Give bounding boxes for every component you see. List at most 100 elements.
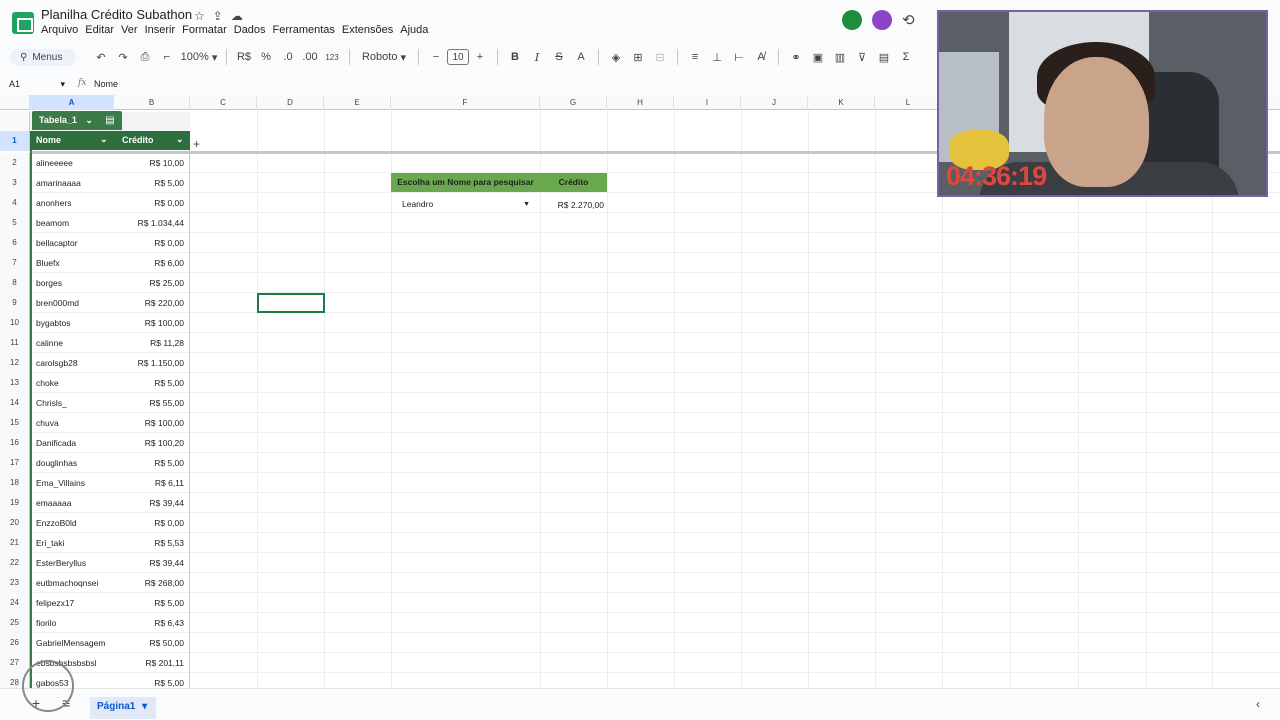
table-cell-credit[interactable]: R$ 220,00 <box>115 298 184 308</box>
add-column-icon[interactable]: + <box>193 137 200 151</box>
decrease-decimal-button[interactable]: .0 <box>277 47 299 67</box>
table-cell-credit[interactable]: R$ 6,43 <box>115 618 184 628</box>
search-label-cell[interactable]: Escolha um Nome para pesquisar <box>391 173 540 192</box>
table-cell-credit[interactable]: R$ 6,00 <box>115 258 184 268</box>
menu-ver[interactable]: Ver <box>121 24 144 36</box>
text-wrap-icon[interactable]: ⊢ <box>728 47 750 67</box>
table-cell-credit[interactable]: R$ 100,00 <box>115 318 184 328</box>
extension-icon[interactable] <box>842 10 862 30</box>
formula-input[interactable]: Nome <box>94 79 118 89</box>
row-number[interactable]: 11 <box>0 333 30 353</box>
font-size-increase-button[interactable]: + <box>469 47 491 67</box>
column-header-a[interactable]: A <box>30 95 114 110</box>
discord-icon[interactable] <box>872 10 892 30</box>
number-format-button[interactable]: 123 <box>321 47 343 67</box>
row-number[interactable]: 27 <box>0 653 30 673</box>
table-cell-name[interactable]: Chrisls_ <box>36 398 67 408</box>
currency-button[interactable]: R$ <box>233 47 255 67</box>
table-cell-name[interactable]: Ema_Villains <box>36 478 85 488</box>
fill-color-icon[interactable]: ◈ <box>605 47 627 67</box>
column-header-j[interactable]: J <box>741 95 808 110</box>
filter-views-icon[interactable]: ▤ <box>873 47 895 67</box>
font-family-select[interactable]: Roboto ▾ <box>356 47 412 67</box>
row-number[interactable]: 8 <box>0 273 30 293</box>
table-cell-credit[interactable]: R$ 100,00 <box>115 418 184 428</box>
header-nome[interactable]: Nome <box>36 135 61 145</box>
table-cell-name[interactable]: bellacaptor <box>36 238 78 248</box>
column-header-e[interactable]: E <box>324 95 391 110</box>
menu-dados[interactable]: Dados <box>234 24 272 36</box>
active-cell-d9[interactable] <box>257 293 325 313</box>
increase-decimal-button[interactable]: .00 <box>299 47 321 67</box>
table-cell-name[interactable]: choke <box>36 378 59 388</box>
table-cell-name[interactable]: alineeeee <box>36 158 73 168</box>
italic-button[interactable]: I <box>526 47 548 67</box>
table-cell-name[interactable]: carolsgb28 <box>36 358 78 368</box>
row-number[interactable]: 13 <box>0 373 30 393</box>
table-cell-credit[interactable]: R$ 268,00 <box>115 578 184 588</box>
table-cell-name[interactable]: beamom <box>36 218 69 228</box>
select-all-corner[interactable] <box>0 95 30 110</box>
menu-editar[interactable]: Editar <box>85 24 120 36</box>
text-color-button[interactable]: A <box>570 47 592 67</box>
percent-button[interactable]: % <box>255 47 277 67</box>
name-box[interactable]: A1 ▾ <box>9 79 65 90</box>
table-cell-name[interactable]: GabrielMensagem <box>36 638 105 648</box>
table-cell-credit[interactable]: R$ 39,44 <box>115 498 185 508</box>
cloud-status-icon[interactable]: ☁ <box>231 9 243 23</box>
menu-ferramentas[interactable]: Ferramentas <box>273 24 341 36</box>
table-cell-credit[interactable]: R$ 5,00 <box>115 598 184 608</box>
table-cell-name[interactable]: bygabtos <box>36 318 71 328</box>
table-cell-name[interactable]: calinne <box>36 338 63 348</box>
column-header-i[interactable]: I <box>674 95 741 110</box>
row-number[interactable]: 9 <box>0 293 30 313</box>
filter-icon[interactable]: ⊽ <box>851 47 873 67</box>
table-cell-credit[interactable]: R$ 5,00 <box>115 678 184 688</box>
table-cell-credit[interactable]: R$ 0,00 <box>115 198 184 208</box>
insert-link-icon[interactable]: ⚭ <box>785 47 807 67</box>
row-number[interactable]: 26 <box>0 633 30 653</box>
row-number[interactable]: 19 <box>0 493 30 513</box>
table-cell-credit[interactable]: R$ 1.034,44 <box>115 218 184 228</box>
paint-format-icon[interactable]: ⌐ <box>156 47 178 67</box>
table-cell-credit[interactable]: R$ 0,00 <box>115 518 184 528</box>
table-cell-credit[interactable]: R$ 10,00 <box>115 158 185 168</box>
zoom-select[interactable]: 100% ▾ <box>178 47 220 67</box>
strikethrough-button[interactable]: S <box>548 47 570 67</box>
table-cell-credit[interactable]: R$ 201,11 <box>115 658 184 668</box>
row-number[interactable]: 12 <box>0 353 30 373</box>
borders-icon[interactable]: ⊞ <box>627 47 649 67</box>
document-title[interactable]: Planilha Crédito Subathon <box>41 7 192 22</box>
table-cell-credit[interactable]: R$ 39,44 <box>115 558 185 568</box>
row-number[interactable]: 23 <box>0 573 30 593</box>
table-cell-credit[interactable]: R$ 6,11 <box>115 478 184 488</box>
sheets-logo-icon[interactable] <box>12 12 34 34</box>
horizontal-align-icon[interactable]: ≡ <box>684 47 706 67</box>
sheet-tab-pagina1[interactable]: Página1 ▾ <box>90 697 156 719</box>
row-number[interactable]: 5 <box>0 213 30 233</box>
table-cell-credit[interactable]: R$ 25,00 <box>115 278 185 288</box>
redo-icon[interactable]: ↷ <box>112 47 134 67</box>
column-header-f[interactable]: F <box>391 95 540 110</box>
functions-button[interactable]: Σ <box>895 47 917 67</box>
menu-formatar[interactable]: Formatar <box>182 24 233 36</box>
table-cell-name[interactable]: felipezx17 <box>36 598 74 608</box>
table-view-icon[interactable]: ▤ <box>100 111 120 130</box>
result-label-cell[interactable]: Crédito <box>540 173 607 192</box>
row-number[interactable]: 4 <box>0 193 30 213</box>
history-icon[interactable]: ⟲ <box>902 11 915 29</box>
table-cell-name[interactable]: borges <box>36 278 62 288</box>
menu-ajuda[interactable]: Ajuda <box>400 24 434 36</box>
row-number[interactable]: 21 <box>0 533 30 553</box>
row-number[interactable]: 18 <box>0 473 30 493</box>
print-icon[interactable]: ⎙ <box>134 47 156 67</box>
font-size-decrease-button[interactable]: − <box>425 47 447 67</box>
table-cell-credit[interactable]: R$ 5,00 <box>115 178 184 188</box>
table-cell-credit[interactable]: R$ 11,28 <box>115 338 184 348</box>
table-cell-credit[interactable]: R$ 0,00 <box>115 238 184 248</box>
row-number[interactable]: 22 <box>0 553 30 573</box>
menu-extensoes[interactable]: Extensões <box>342 24 399 36</box>
merge-cells-icon[interactable]: ⊟ <box>649 47 671 67</box>
table-cell-name[interactable]: eutbmachoqnsei <box>36 578 98 588</box>
table-cell-credit[interactable]: R$ 50,00 <box>115 638 185 648</box>
